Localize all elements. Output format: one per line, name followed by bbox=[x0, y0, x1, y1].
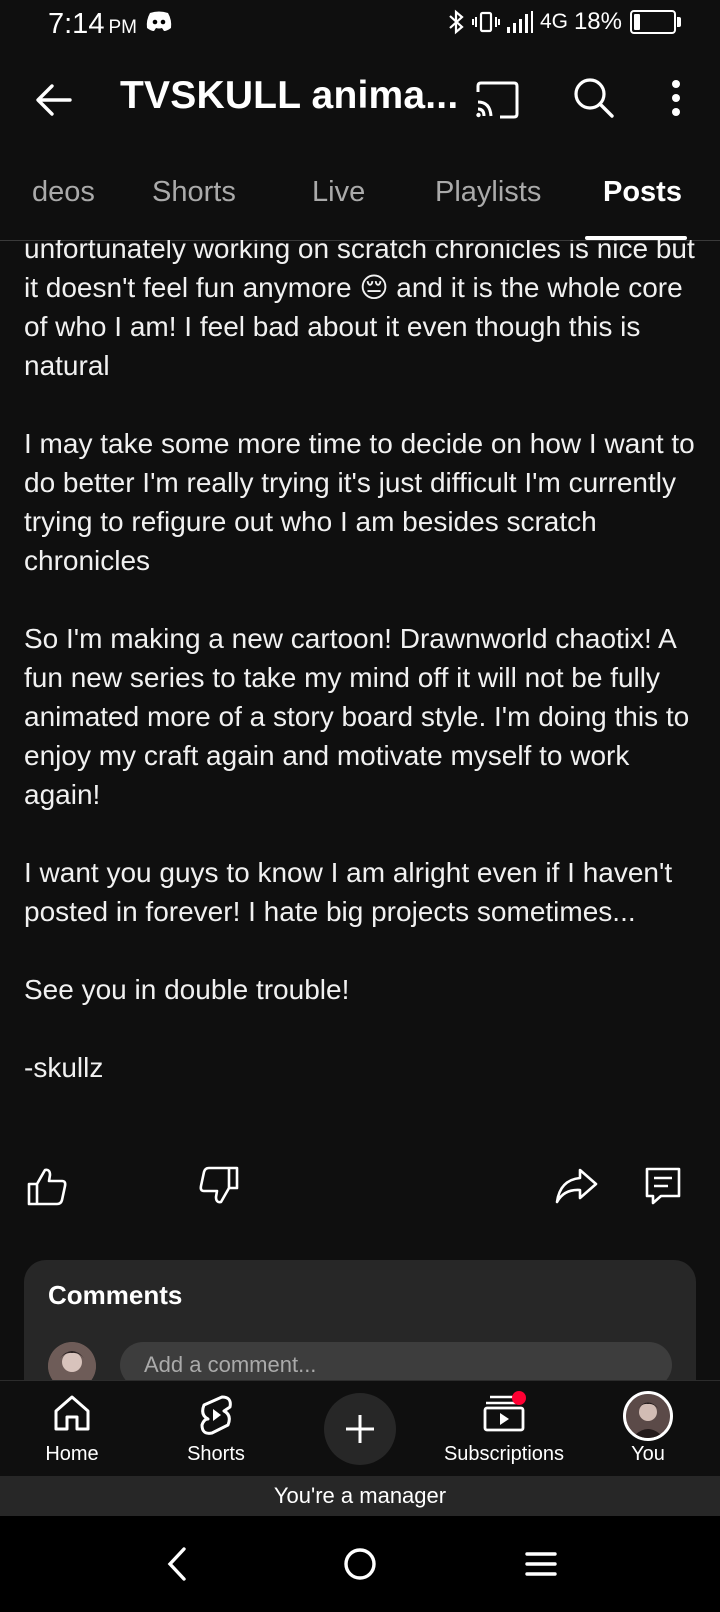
post-paragraph: I want you guys to know I am alright eve… bbox=[24, 857, 673, 927]
comments-card[interactable]: Comments Add a comment... bbox=[24, 1260, 696, 1380]
cast-icon[interactable] bbox=[474, 80, 520, 120]
back-arrow-icon[interactable] bbox=[30, 76, 78, 124]
battery-percent: 18% bbox=[573, 8, 622, 35]
dislike-icon[interactable] bbox=[198, 1166, 240, 1206]
nav-shorts[interactable]: Shorts bbox=[156, 1381, 276, 1477]
nav-you-label: You bbox=[631, 1443, 665, 1465]
share-icon[interactable] bbox=[554, 1166, 598, 1206]
network-type: 4G bbox=[539, 10, 568, 33]
plus-icon bbox=[346, 1415, 374, 1443]
nav-home-label: Home bbox=[45, 1443, 99, 1465]
avatar bbox=[623, 1391, 673, 1441]
notification-dot bbox=[512, 1391, 526, 1405]
tab-videos[interactable]: deos bbox=[32, 176, 95, 209]
like-icon[interactable] bbox=[26, 1166, 68, 1206]
shorts-icon bbox=[200, 1395, 232, 1435]
app-bar: TVSKULL anima... bbox=[0, 50, 720, 150]
system-back-icon[interactable] bbox=[162, 1546, 192, 1582]
tab-live[interactable]: Live bbox=[312, 176, 365, 209]
home-icon bbox=[54, 1395, 90, 1431]
avatar bbox=[48, 1342, 96, 1380]
create-button[interactable] bbox=[324, 1393, 396, 1465]
channel-tabs: deos Shorts Live Playlists Posts bbox=[0, 158, 720, 241]
add-comment-input[interactable]: Add a comment... bbox=[120, 1342, 672, 1380]
post-paragraph: See you in double trouble! bbox=[24, 974, 350, 1005]
status-bar: 7:14 PM 4G 18% bbox=[0, 0, 720, 50]
more-options-icon[interactable] bbox=[668, 76, 684, 120]
nav-subscriptions[interactable]: Subscriptions bbox=[444, 1381, 564, 1477]
post-paragraph: -skullz bbox=[24, 1052, 104, 1083]
vibrate-icon bbox=[471, 11, 500, 33]
bluetooth-icon bbox=[449, 9, 464, 35]
post-paragraph: unfortunately working on scratch chronic… bbox=[24, 240, 695, 381]
post-paragraph: I may take some more time to decide on h… bbox=[24, 428, 695, 576]
system-recents-icon[interactable] bbox=[524, 1546, 558, 1582]
status-time: 7:14 PM bbox=[48, 8, 137, 40]
signal-icon bbox=[506, 11, 533, 33]
comments-title: Comments bbox=[48, 1280, 183, 1310]
system-home-icon[interactable] bbox=[342, 1546, 378, 1582]
post-paragraph: So I'm making a new cartoon! Drawnworld … bbox=[24, 623, 690, 810]
manager-banner: You're a manager bbox=[0, 1476, 720, 1516]
nav-shorts-label: Shorts bbox=[187, 1443, 245, 1465]
post-content: unfortunately working on scratch chronic… bbox=[0, 240, 720, 1380]
comment-icon[interactable] bbox=[644, 1166, 682, 1206]
post-actions bbox=[0, 1160, 720, 1220]
post-body: unfortunately working on scratch chronic… bbox=[24, 240, 704, 1126]
system-navigation-bar bbox=[0, 1516, 720, 1612]
nav-home[interactable]: Home bbox=[12, 1381, 132, 1477]
channel-title: TVSKULL anima... bbox=[120, 74, 459, 117]
tab-playlists[interactable]: Playlists bbox=[435, 176, 541, 209]
bottom-navigation: Home Shorts Subscriptions You bbox=[0, 1380, 720, 1477]
battery-icon bbox=[630, 10, 681, 34]
tab-shorts[interactable]: Shorts bbox=[152, 176, 236, 209]
nav-subscriptions-label: Subscriptions bbox=[443, 1443, 565, 1465]
discord-icon bbox=[146, 11, 172, 31]
search-icon[interactable] bbox=[572, 76, 616, 120]
nav-you[interactable]: You bbox=[588, 1381, 708, 1477]
tab-posts[interactable]: Posts bbox=[603, 176, 682, 209]
